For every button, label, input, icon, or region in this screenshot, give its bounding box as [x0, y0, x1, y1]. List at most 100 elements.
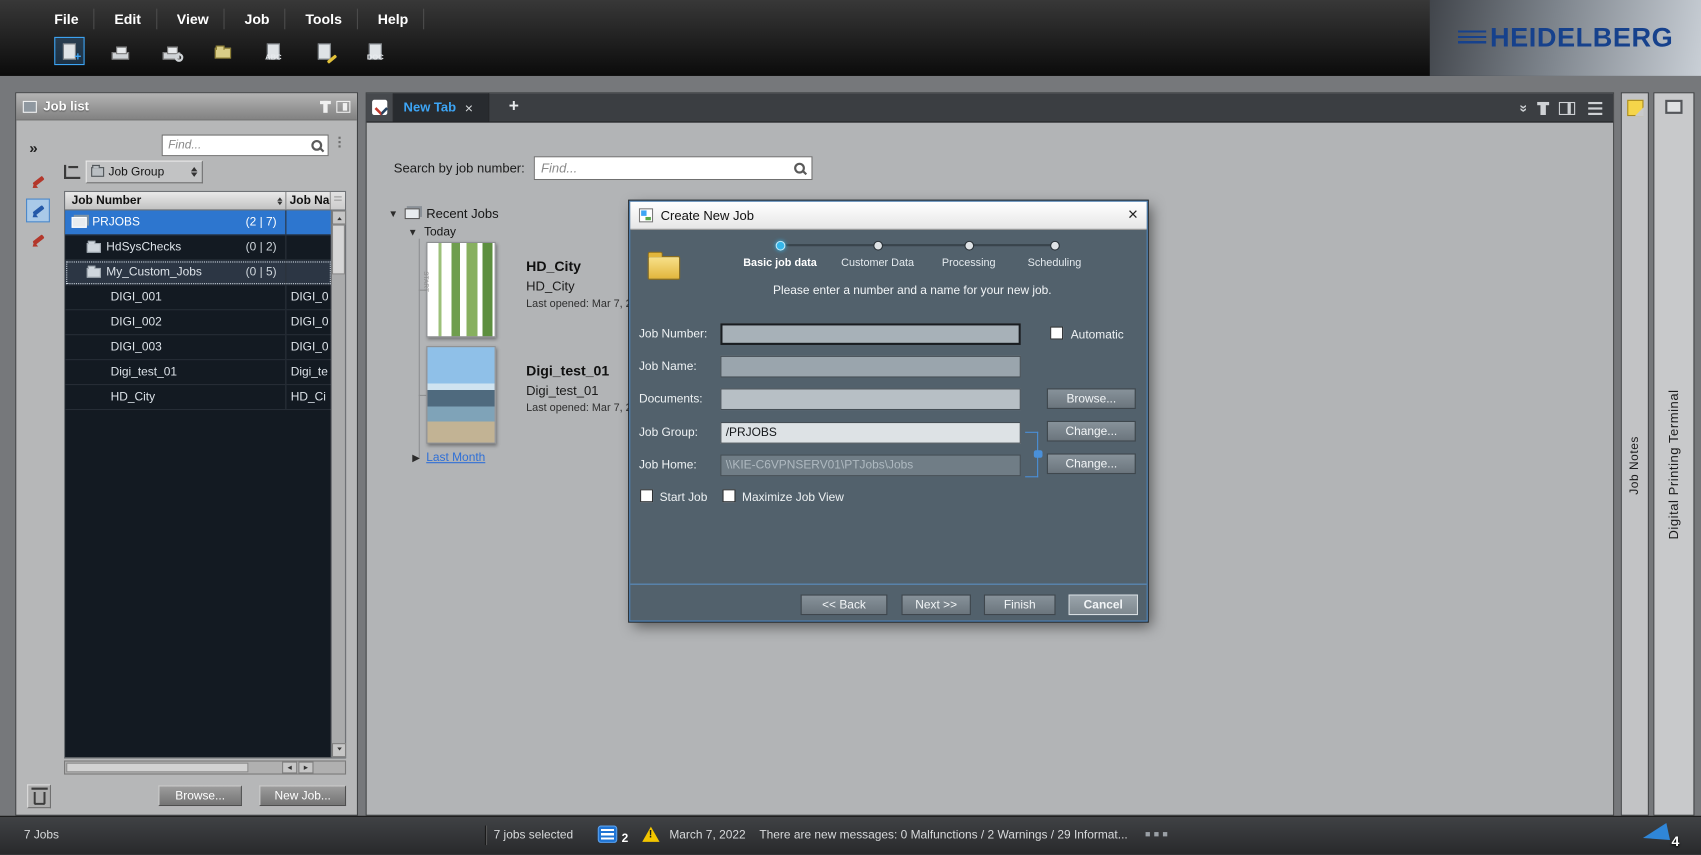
- job-group-selector[interactable]: Job Group: [85, 160, 203, 184]
- menu-tools[interactable]: Tools: [305, 8, 359, 30]
- scrollbar-thumb[interactable]: [331, 224, 345, 275]
- job-row[interactable]: PRJOBS (2 | 7): [65, 210, 332, 236]
- tab-new-tab[interactable]: New Tab ×: [393, 93, 490, 122]
- column-config-icon[interactable]: [330, 192, 345, 210]
- split-view-icon[interactable]: [1558, 101, 1576, 115]
- scroll-down-icon[interactable]: [331, 743, 347, 758]
- browse-documents-button[interactable]: Browse...: [1046, 388, 1136, 409]
- job-group-field[interactable]: /PRJOBS: [720, 421, 1021, 444]
- job-row[interactable]: HD_City HD_Ci: [65, 385, 332, 411]
- job-name-field[interactable]: [720, 355, 1021, 378]
- start-job-checkbox[interactable]: [640, 489, 654, 503]
- group-by-icon[interactable]: [64, 164, 81, 179]
- job-notes-tab[interactable]: Job Notes: [1620, 92, 1649, 816]
- job-row[interactable]: DIGI_002 DIGI_0: [65, 310, 332, 336]
- maximize-job-view-checkbox[interactable]: [722, 489, 736, 503]
- job-row[interactable]: HdSysChecks (0 | 2): [65, 235, 332, 261]
- job-group-selector-label: Job Group: [108, 165, 165, 179]
- document-icon[interactable]: DOC: [360, 37, 390, 65]
- marker-red-icon[interactable]: [26, 169, 50, 193]
- notification-icon[interactable]: 4: [1640, 821, 1680, 850]
- expander-icon[interactable]: ▶: [412, 452, 420, 464]
- chevron-double-down-icon[interactable]: »: [1516, 104, 1532, 112]
- terminal-label: Digital Printing Terminal: [1666, 389, 1682, 540]
- job-row[interactable]: DIGI_003 DIGI_0: [65, 335, 332, 361]
- sort-icon[interactable]: [277, 194, 283, 207]
- maximize-job-view-label: Maximize Job View: [742, 491, 844, 505]
- expander-icon[interactable]: ▼: [408, 227, 418, 238]
- job-settings-icon[interactable]: [156, 37, 186, 65]
- hotfolder-icon[interactable]: [207, 37, 237, 65]
- change-job-home-button[interactable]: Change...: [1046, 453, 1136, 475]
- expander-icon[interactable]: ▼: [388, 208, 398, 219]
- notification-count-badge: 4: [1671, 833, 1680, 850]
- digital-printing-terminal-tab[interactable]: Digital Printing Terminal: [1653, 92, 1695, 816]
- collapse-panel-button[interactable]: »: [29, 139, 37, 156]
- scrollbar-thumb[interactable]: [66, 762, 249, 773]
- add-tab-button[interactable]: +: [509, 98, 519, 118]
- scroll-left-icon[interactable]: ◂: [282, 761, 298, 774]
- pin-panel-icon[interactable]: [320, 100, 331, 113]
- panel-grip-icon[interactable]: [338, 136, 341, 148]
- menu-view[interactable]: View: [177, 8, 225, 30]
- menu-job[interactable]: Job: [244, 8, 286, 30]
- layout-stack-icon[interactable]: [1588, 101, 1603, 115]
- finish-button[interactable]: Finish: [983, 594, 1056, 616]
- job-row[interactable]: DIGI_001 DIGI_0: [65, 285, 332, 311]
- marker-red2-icon[interactable]: [26, 228, 50, 252]
- job-row[interactable]: Digi_test_01 Digi_te: [65, 360, 332, 386]
- job-list-search: [161, 134, 329, 157]
- marker-blue-icon[interactable]: [26, 198, 50, 223]
- preflight-icon[interactable]: ABC: [258, 37, 288, 65]
- job-list-search-input[interactable]: [165, 137, 311, 153]
- scroll-up-icon[interactable]: [331, 210, 347, 225]
- job-number-label: Job Number:: [638, 327, 708, 341]
- job-row[interactable]: My_Custom_Jobs (0 | 5): [65, 260, 332, 286]
- browse-button[interactable]: Browse...: [158, 785, 242, 807]
- job-thumbnail-digi-test[interactable]: [426, 346, 496, 444]
- warning-icon: [642, 826, 660, 842]
- job-number-input[interactable]: [724, 326, 1017, 344]
- change-job-group-button[interactable]: Change...: [1046, 420, 1136, 442]
- menu-help[interactable]: Help: [378, 8, 425, 30]
- new-job-icon[interactable]: +: [54, 36, 85, 66]
- edit-marks-icon[interactable]: [309, 37, 339, 65]
- dialog-title-bar[interactable]: Create New Job ×: [630, 201, 1147, 230]
- recent-jobs-node[interactable]: ▼ Recent Jobs: [388, 206, 498, 221]
- print-job-icon[interactable]: [105, 37, 135, 65]
- today-node[interactable]: ▼ Today: [408, 226, 456, 239]
- close-tab-icon[interactable]: ×: [465, 100, 473, 114]
- column-header-job-number[interactable]: Job Number: [65, 192, 287, 210]
- vertical-scrollbar[interactable]: [330, 210, 347, 758]
- job-table-header: Job Number Job Name: [64, 190, 347, 211]
- grip-icon[interactable]: [1145, 832, 1168, 837]
- note-icon: [1626, 99, 1643, 117]
- job-number-search-input[interactable]: [538, 159, 793, 177]
- job-list-panel: Job list » Job Group Job Number: [15, 92, 358, 816]
- column-header-job-name[interactable]: Job Name: [286, 192, 331, 210]
- job-name-input[interactable]: [725, 356, 1016, 377]
- tab-home[interactable]: [366, 93, 394, 122]
- new-job-button[interactable]: New Job...: [259, 785, 347, 807]
- cancel-button[interactable]: Cancel: [1068, 594, 1138, 616]
- next-button[interactable]: Next >>: [901, 594, 971, 616]
- documents-input[interactable]: [725, 389, 1016, 409]
- marker-filter-bar: [23, 169, 53, 251]
- delete-job-button[interactable]: [27, 784, 51, 809]
- automatic-checkbox[interactable]: [1050, 326, 1064, 340]
- status-message[interactable]: There are new messages: 0 Malfunctions /…: [759, 829, 1127, 842]
- messages-icon[interactable]: [597, 825, 618, 843]
- last-month-node[interactable]: ▶ Last Month: [412, 451, 485, 464]
- pin-icon[interactable]: [1537, 101, 1550, 115]
- job-thumbnail-hd-city[interactable]: START: [422, 241, 496, 338]
- close-icon[interactable]: ×: [1128, 206, 1138, 223]
- job-number-field[interactable]: [720, 323, 1021, 345]
- menu-edit[interactable]: Edit: [114, 8, 158, 30]
- float-panel-icon[interactable]: [336, 100, 351, 113]
- back-button[interactable]: << Back: [800, 594, 888, 616]
- menu-file[interactable]: File: [54, 8, 95, 30]
- documents-field[interactable]: [720, 388, 1021, 411]
- horizontal-scrollbar[interactable]: ◂ ▸: [64, 760, 347, 775]
- scroll-right-icon[interactable]: ▸: [298, 761, 314, 774]
- wizard-line: [779, 244, 1055, 247]
